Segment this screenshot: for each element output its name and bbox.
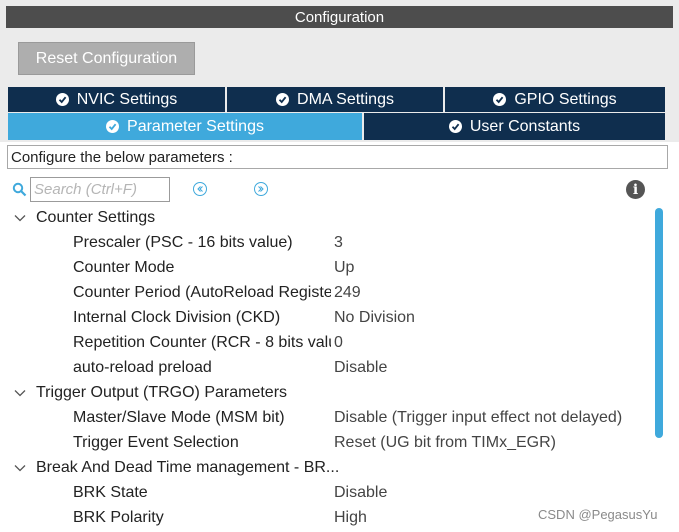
param-value[interactable]: 249 xyxy=(334,284,361,302)
param-name: BRK Polarity xyxy=(73,509,164,526)
check-circle-icon xyxy=(106,120,120,133)
param-value[interactable]: 0 xyxy=(334,334,343,352)
param-name: Internal Clock Division (CKD) xyxy=(73,309,281,326)
param-row-trigger-event-selection[interactable]: Trigger Event Selection Reset (UG bit fr… xyxy=(0,431,650,456)
param-value[interactable]: 3 xyxy=(334,234,343,252)
search-icon[interactable] xyxy=(12,182,27,202)
param-name: Repetition Counter (RCR - 8 bits valu. xyxy=(73,334,331,351)
param-name: Prescaler (PSC - 16 bits value) xyxy=(73,234,293,251)
param-row-clock-division[interactable]: Internal Clock Division (CKD) No Divisio… xyxy=(0,306,650,331)
param-name: auto-reload preload xyxy=(73,359,212,376)
chevron-down-icon[interactable] xyxy=(14,213,26,223)
param-name: Master/Slave Mode (MSM bit) xyxy=(73,409,285,426)
chevron-down-icon[interactable] xyxy=(14,463,26,473)
tab-nvic-settings[interactable]: NVIC Settings xyxy=(8,87,225,112)
param-row-brk-state[interactable]: BRK State Disable xyxy=(0,481,650,506)
check-circle-icon xyxy=(493,93,507,106)
param-value[interactable]: Up xyxy=(334,259,354,277)
tab-label: User Constants xyxy=(469,117,581,135)
toolbar: Reset Configuration xyxy=(0,30,679,84)
group-trigger-output[interactable]: Trigger Output (TRGO) Parameters xyxy=(0,381,650,406)
description-text: Configure the below parameters : xyxy=(7,145,668,169)
param-row-prescaler[interactable]: Prescaler (PSC - 16 bits value) 3 xyxy=(0,231,650,256)
param-row-counter-period[interactable]: Counter Period (AutoReload Registe. 249 xyxy=(0,281,650,306)
param-name: Counter Period (AutoReload Registe. xyxy=(73,284,331,301)
group-label: Trigger Output (TRGO) Parameters xyxy=(36,384,288,401)
param-name: Counter Mode xyxy=(73,259,175,276)
param-value[interactable]: High xyxy=(334,509,367,527)
param-row-repetition-counter[interactable]: Repetition Counter (RCR - 8 bits valu. 0 xyxy=(0,331,650,356)
chevron-down-icon[interactable] xyxy=(14,388,26,398)
check-circle-icon xyxy=(448,120,462,133)
group-label: Counter Settings xyxy=(36,209,156,226)
scrollbar-thumb[interactable] xyxy=(655,208,663,438)
tab-bar: NVIC Settings DMA Settings GPIO Settings… xyxy=(0,84,679,142)
search-row: i xyxy=(0,175,679,205)
tab-user-constants[interactable]: User Constants xyxy=(364,113,665,140)
param-value[interactable]: Reset (UG bit from TIMx_EGR) xyxy=(334,434,556,452)
param-row-master-slave-mode[interactable]: Master/Slave Mode (MSM bit) Disable (Tri… xyxy=(0,406,650,431)
parameter-panel: Configure the below parameters : i Count… xyxy=(0,142,679,532)
chevron-left-icon xyxy=(197,186,203,192)
reset-configuration-button[interactable]: Reset Configuration xyxy=(18,42,195,75)
group-break-dead-time[interactable]: Break And Dead Time management - BR... xyxy=(0,456,650,481)
chevron-right-icon xyxy=(258,186,264,192)
window-title: Configuration xyxy=(6,6,673,28)
tab-label: Parameter Settings xyxy=(127,117,264,135)
watermark: CSDN @PegasusYu xyxy=(538,507,658,522)
group-label: Break And Dead Time management - BR... xyxy=(36,459,340,476)
tab-gpio-settings[interactable]: GPIO Settings xyxy=(445,87,665,112)
search-previous-button[interactable] xyxy=(193,182,207,196)
tab-label: GPIO Settings xyxy=(514,90,617,108)
tab-label: NVIC Settings xyxy=(76,90,178,108)
param-value[interactable]: Disable (Trigger input effect not delaye… xyxy=(334,409,622,427)
param-value[interactable]: Disable xyxy=(334,484,387,502)
check-circle-icon xyxy=(276,93,290,106)
tab-dma-settings[interactable]: DMA Settings xyxy=(227,87,443,112)
title-bar: Configuration xyxy=(0,0,679,30)
search-next-button[interactable] xyxy=(254,182,268,196)
info-icon[interactable]: i xyxy=(626,180,645,199)
check-circle-icon xyxy=(55,93,69,106)
param-name: BRK State xyxy=(73,484,148,501)
param-row-counter-mode[interactable]: Counter Mode Up xyxy=(0,256,650,281)
group-counter-settings[interactable]: Counter Settings xyxy=(0,206,650,231)
param-value[interactable]: Disable xyxy=(334,359,387,377)
parameter-tree: Counter Settings Prescaler (PSC - 16 bit… xyxy=(0,206,650,531)
tab-parameter-settings[interactable]: Parameter Settings xyxy=(8,113,362,140)
param-name: Trigger Event Selection xyxy=(73,434,239,451)
param-value[interactable]: No Division xyxy=(334,309,415,327)
tab-label: DMA Settings xyxy=(297,90,394,108)
param-row-auto-reload-preload[interactable]: auto-reload preload Disable xyxy=(0,356,650,381)
search-input[interactable] xyxy=(30,177,170,202)
